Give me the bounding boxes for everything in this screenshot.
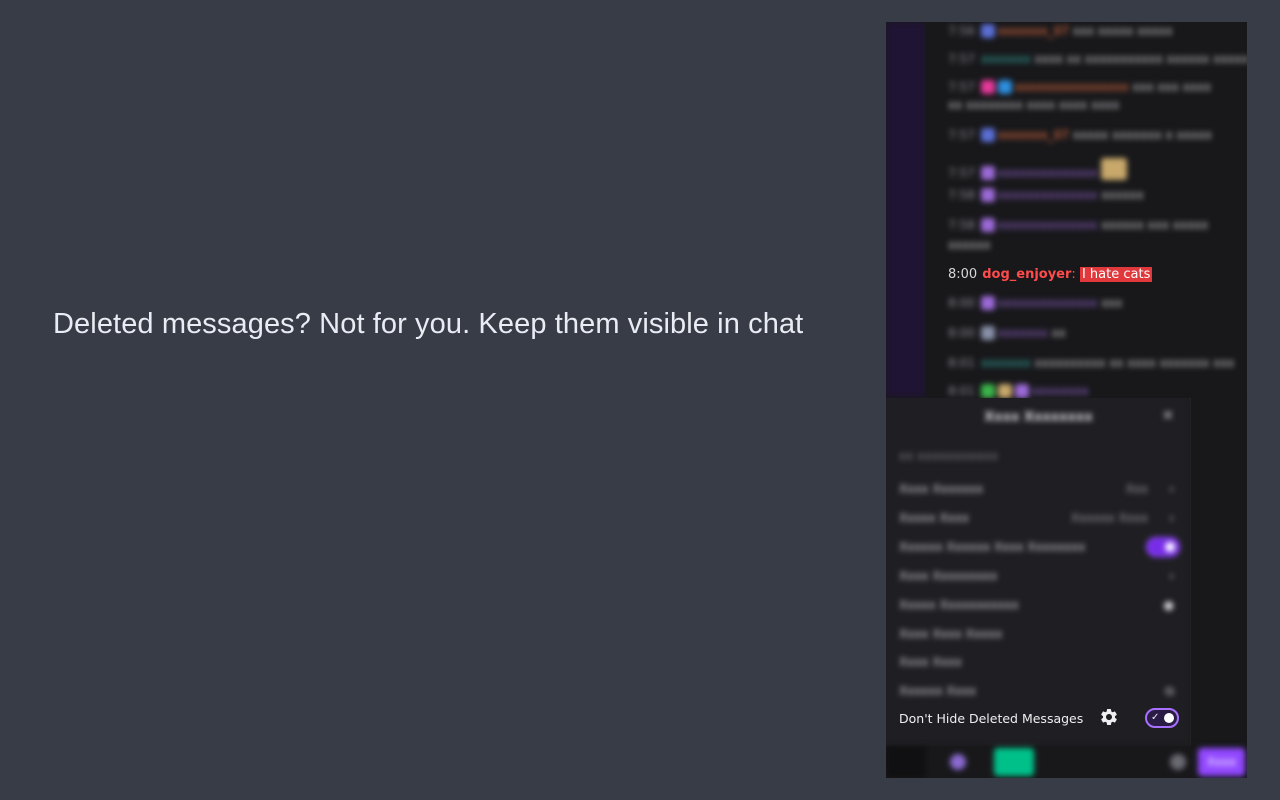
chat-message-list: 7:56 xxxxxxx_07 xxx xxxxx xxxxx 7:57 xxxxx… — [926, 22, 1247, 398]
deleted-message-text: I hate cats — [1079, 267, 1153, 282]
toggle-knob — [1164, 713, 1174, 723]
deleted-message: 8:00 dog_enjoyer: I hate cats — [948, 267, 1153, 282]
blurred-chat-background — [1191, 398, 1247, 746]
chat-input-bar: Xxxx — [886, 746, 1247, 778]
dont-hide-deleted-messages-row: Don't Hide Deleted Messages ✓ — [886, 704, 1191, 732]
gear-icon[interactable] — [1099, 707, 1119, 727]
dont-hide-deleted-messages-toggle[interactable]: ✓ — [1145, 708, 1179, 728]
message-timestamp: 8:00 — [948, 267, 978, 282]
headline: Deleted messages? Not for you. Keep them… — [53, 308, 804, 340]
message-username[interactable]: dog_enjoyer — [982, 267, 1071, 282]
chat-settings-menu: Xxxx Xxxxxxxx ✕ XX XXXXXXXXXXX Xxxx Xxxx… — [886, 398, 1191, 746]
chat-panel-screenshot: 7:56 xxxxxxx_07 xxx xxxxx xxxxx 7:57 xxxxx… — [886, 22, 1247, 778]
dont-hide-deleted-messages-label: Don't Hide Deleted Messages — [899, 711, 1084, 726]
check-icon: ✓ — [1151, 712, 1160, 723]
message-separator: : — [1071, 267, 1076, 282]
stream-strip — [886, 22, 926, 397]
